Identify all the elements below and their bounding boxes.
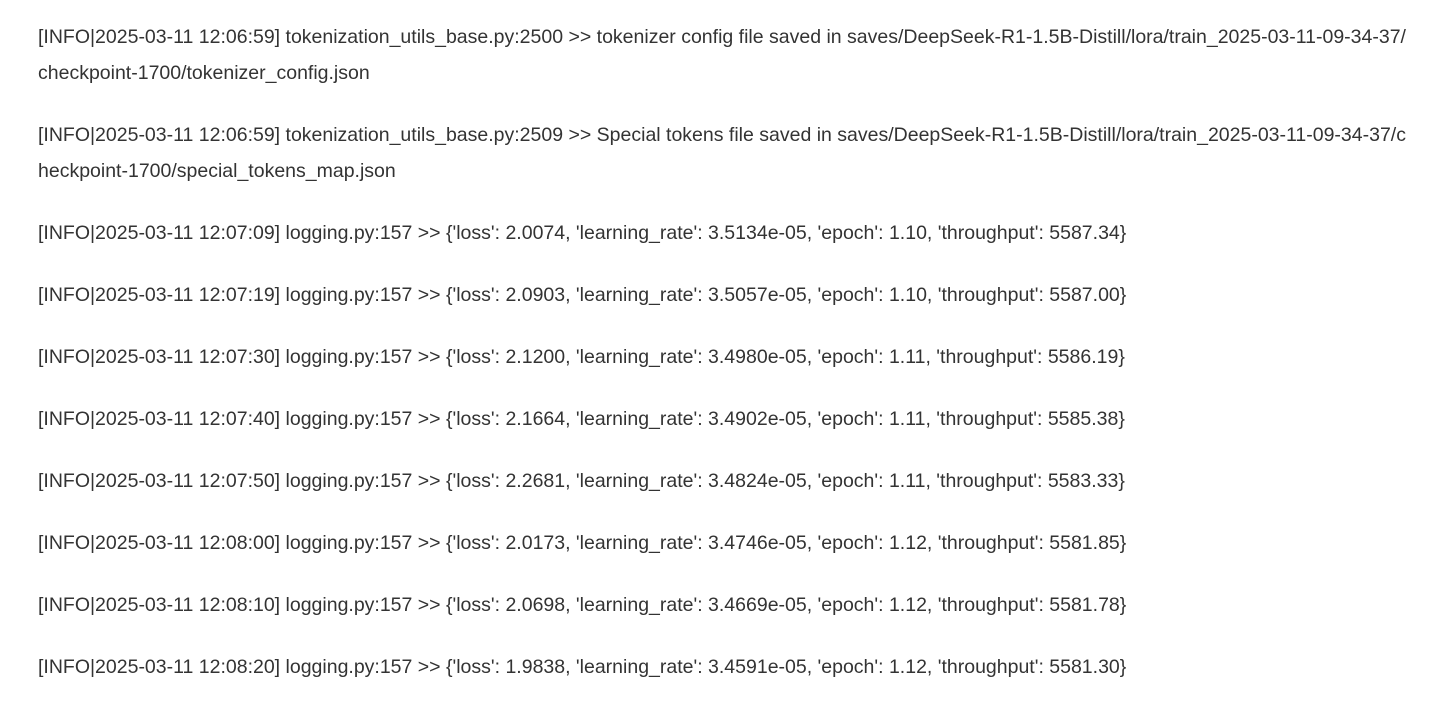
training-log: [INFO|2025-03-11 12:06:59] tokenization_… xyxy=(0,0,1449,685)
log-line: [INFO|2025-03-11 12:08:00] logging.py:15… xyxy=(38,532,1127,554)
log-line: [INFO|2025-03-11 12:07:30] logging.py:15… xyxy=(38,346,1125,368)
log-line: [INFO|2025-03-11 12:07:40] logging.py:15… xyxy=(38,408,1125,430)
log-line: [INFO|2025-03-11 12:07:19] logging.py:15… xyxy=(38,284,1127,306)
log-line: [INFO|2025-03-11 12:07:50] logging.py:15… xyxy=(38,470,1125,492)
log-line: [INFO|2025-03-11 12:06:59] tokenization_… xyxy=(38,124,1406,182)
log-line: [INFO|2025-03-11 12:07:09] logging.py:15… xyxy=(38,222,1127,244)
log-line: [INFO|2025-03-11 12:08:10] logging.py:15… xyxy=(38,594,1127,616)
log-line: [INFO|2025-03-11 12:06:59] tokenization_… xyxy=(38,26,1406,84)
log-line: [INFO|2025-03-11 12:08:20] logging.py:15… xyxy=(38,656,1127,678)
